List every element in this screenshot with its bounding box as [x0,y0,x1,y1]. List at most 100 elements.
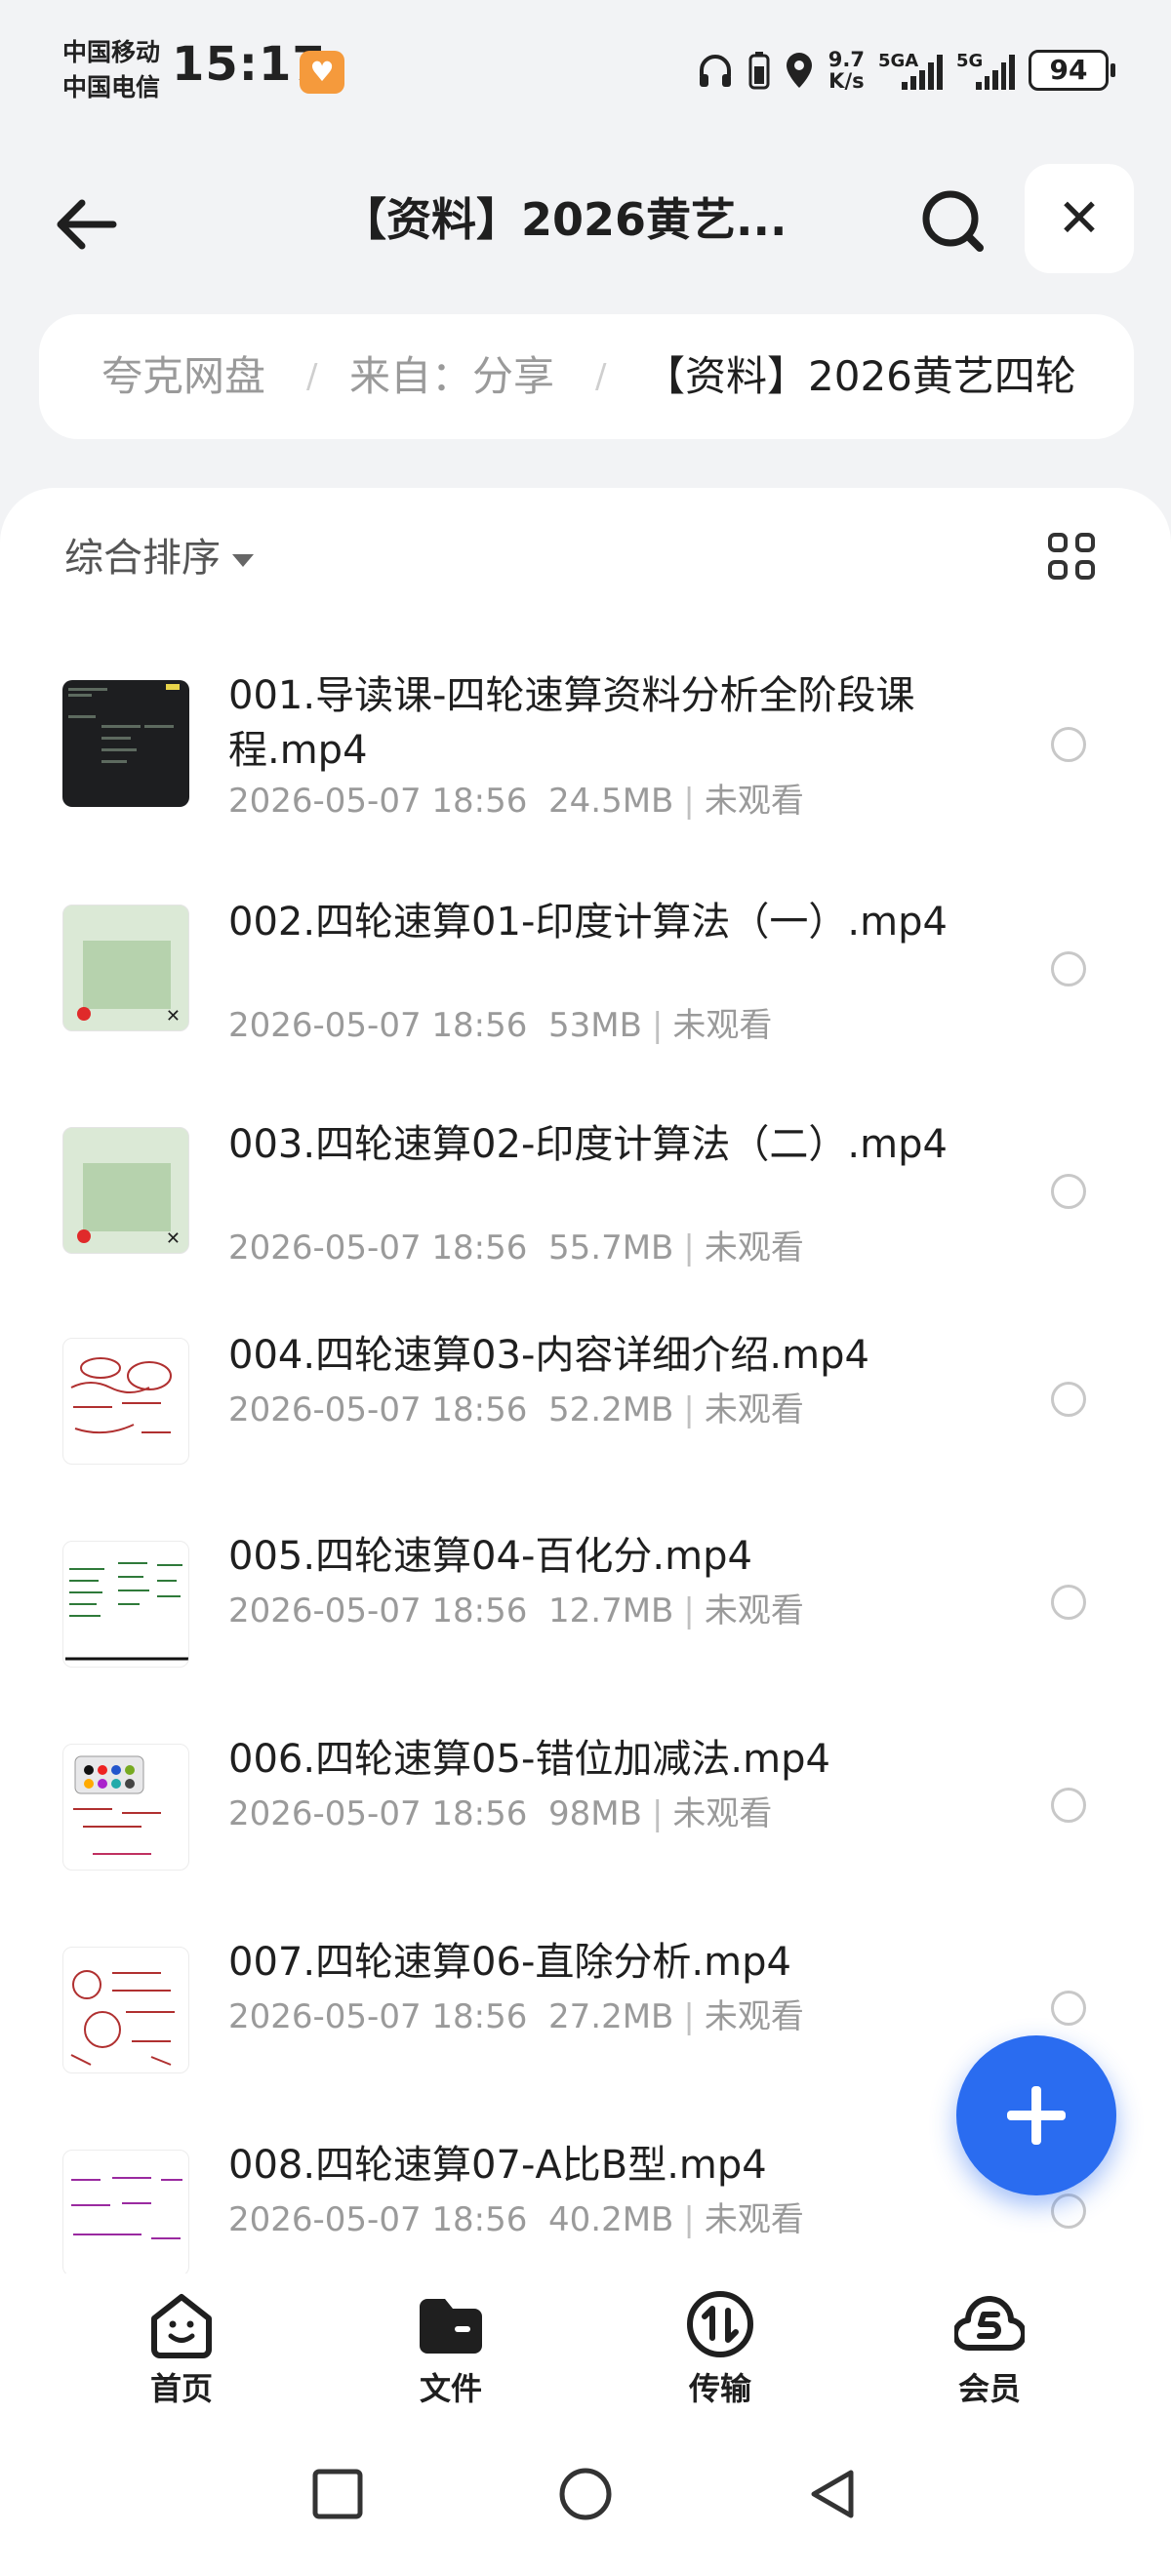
file-date: 2026-05-07 18:56 [228,1997,528,2036]
battery-level: 94 [1029,50,1115,91]
home-circle-icon[interactable] [558,2467,613,2521]
file-date: 2026-05-07 18:56 [228,2200,528,2239]
breadcrumb-separator: / [595,357,607,396]
search-button[interactable] [913,181,991,260]
battery-saver-icon [748,52,770,90]
close-button[interactable]: ✕ [1025,164,1134,273]
select-radio[interactable] [1051,1174,1086,1209]
status-bar: 中国移动 中国电信 15:17 ♥ 9.7 K/s 5GA 5G 94 [0,0,1171,137]
tab-home-label: 首页 [149,2370,213,2407]
select-radio[interactable] [1051,1788,1086,1823]
location-icon [786,53,812,88]
select-radio[interactable] [1051,951,1086,986]
watch-status: 未观看 [672,1006,773,1045]
select-radio[interactable] [1051,1585,1086,1620]
video-thumbnail: ✕ [62,1127,189,1254]
search-icon [922,190,984,252]
video-thumbnail: ✕ [62,905,189,1031]
signal-5g: 5G [956,51,1015,90]
file-name: 008.四轮速算07-A比B型.mp4 [228,2143,767,2188]
carrier-1: 中国移动 [62,38,161,66]
file-name: 003.四轮速算02-印度计算法（二）.mp4 [228,1122,948,1167]
watch-status: 未观看 [704,782,804,821]
arrow-left-icon [57,199,117,250]
tab-vip-label: 会员 [957,2370,1021,2407]
file-row[interactable]: 005.四轮速算04-百化分.mp4 2026-05-07 18:56 12.7… [0,1521,1171,1746]
tab-transfer-label: 传输 [688,2370,751,2407]
transfer-icon [687,2291,753,2357]
file-meta: 2026-05-07 18:56 12.7MB | 未观看 [228,1591,804,1630]
file-name: 002.四轮速算01-印度计算法（一）.mp4 [228,900,948,945]
file-row[interactable]: ✕ 002.四轮速算01-印度计算法（一）.mp4 2026-05-07 18:… [0,883,1171,1107]
file-name: 006.四轮速算05-错位加减法.mp4 [228,1737,830,1782]
video-thumbnail [62,1541,189,1668]
grid-cell [1075,533,1095,552]
tab-home[interactable]: 首页 [123,2289,240,2416]
watch-status: 未观看 [704,1997,804,2036]
status-icons: 9.7 K/s 5GA 5G 94 [696,43,1115,98]
file-meta: 2026-05-07 18:56 27.2MB | 未观看 [228,1997,804,2036]
grid-view-button[interactable] [1048,533,1101,585]
grid-cell [1048,560,1068,580]
select-radio[interactable] [1051,2194,1086,2229]
file-size: 98MB [548,1794,642,1833]
breadcrumb-item-root[interactable]: 夸克网盘 [101,314,265,439]
tab-files[interactable]: 文件 [392,2289,509,2416]
breadcrumb-separator: / [306,357,318,396]
vip-cloud-icon [954,2296,1025,2352]
file-row[interactable]: 006.四轮速算05-错位加减法.mp4 2026-05-07 18:56 98… [0,1724,1171,1949]
file-size: 53MB [548,1006,642,1045]
file-date: 2026-05-07 18:56 [228,1228,528,1268]
home-face-icon [151,2294,212,2358]
close-icon: ✕ [1057,187,1102,249]
video-thumbnail [62,1947,189,2073]
select-radio[interactable] [1051,1991,1086,2026]
bottom-tab-bar: 首页 文件 传输 会员 [0,2274,1171,2430]
video-thumbnail [62,680,189,807]
file-date: 2026-05-07 18:56 [228,1794,528,1833]
file-name: 005.四轮速算04-百化分.mp4 [228,1534,752,1579]
file-list-panel: 综合排序 001.导读课-四轮速算资料分析全阶段课程.mp4 2026-05-0 [0,488,1171,2274]
back-button[interactable] [49,183,127,262]
file-name: 001.导读课-四轮速算资料分析全阶段课程.mp4 [228,673,915,773]
breadcrumb-item-share[interactable]: 来自：分享 [349,314,554,439]
file-meta: 2026-05-07 18:56 55.7MB | 未观看 [228,1228,804,1268]
health-app-icon: ♥ [300,51,344,94]
file-name: 007.四轮速算06-直除分析.mp4 [228,1940,791,1985]
file-meta: 2026-05-07 18:56 52.2MB | 未观看 [228,1390,804,1429]
grid-cell [1075,560,1095,580]
file-row[interactable]: ✕ 003.四轮速算02-印度计算法（二）.mp4 2026-05-07 18:… [0,1106,1171,1330]
back-triangle-icon[interactable] [806,2467,861,2521]
select-radio[interactable] [1051,1382,1086,1417]
recent-apps-icon[interactable] [310,2467,365,2521]
watch-status: 未观看 [704,1591,804,1630]
tab-transfer[interactable]: 传输 [662,2289,779,2416]
carrier-2: 中国电信 [62,73,161,101]
tab-files-label: 文件 [419,2370,482,2407]
headphones-icon [699,55,731,87]
file-size: 12.7MB [548,1591,674,1630]
select-radio[interactable] [1051,727,1086,762]
system-navigation-bar [0,2430,1171,2576]
sort-dropdown[interactable]: 综合排序 [64,529,254,587]
signal-5ga: 5GA [878,51,943,90]
file-size: 24.5MB [548,782,674,821]
file-meta: 2026-05-07 18:56 40.2MB | 未观看 [228,2200,804,2239]
file-meta: 2026-05-07 18:56 53MB | 未观看 [228,1006,773,1045]
page-title: 【资料】2026黄艺... [342,193,787,246]
signal-2-label: 5G [956,51,984,71]
watch-status: 未观看 [704,1390,804,1429]
top-bar: 【资料】2026黄艺... ✕ [0,156,1171,283]
file-date: 2026-05-07 18:56 [228,782,528,821]
file-row[interactable]: 004.四轮速算03-内容详细介绍.mp4 2026-05-07 18:56 5… [0,1318,1171,1543]
file-row[interactable]: 001.导读课-四轮速算资料分析全阶段课程.mp4 2026-05-07 18:… [0,659,1171,883]
file-date: 2026-05-07 18:56 [228,1390,528,1429]
add-button[interactable] [956,2035,1116,2195]
video-thumbnail [62,1338,189,1465]
carrier-info: 中国移动 中国电信 [62,35,160,105]
file-size: 40.2MB [548,2200,674,2239]
tab-vip[interactable]: 会员 [931,2289,1048,2416]
file-meta: 2026-05-07 18:56 24.5MB | 未观看 [228,782,804,821]
net-speed-value: 9.7 [828,48,865,71]
file-date: 2026-05-07 18:56 [228,1006,528,1045]
